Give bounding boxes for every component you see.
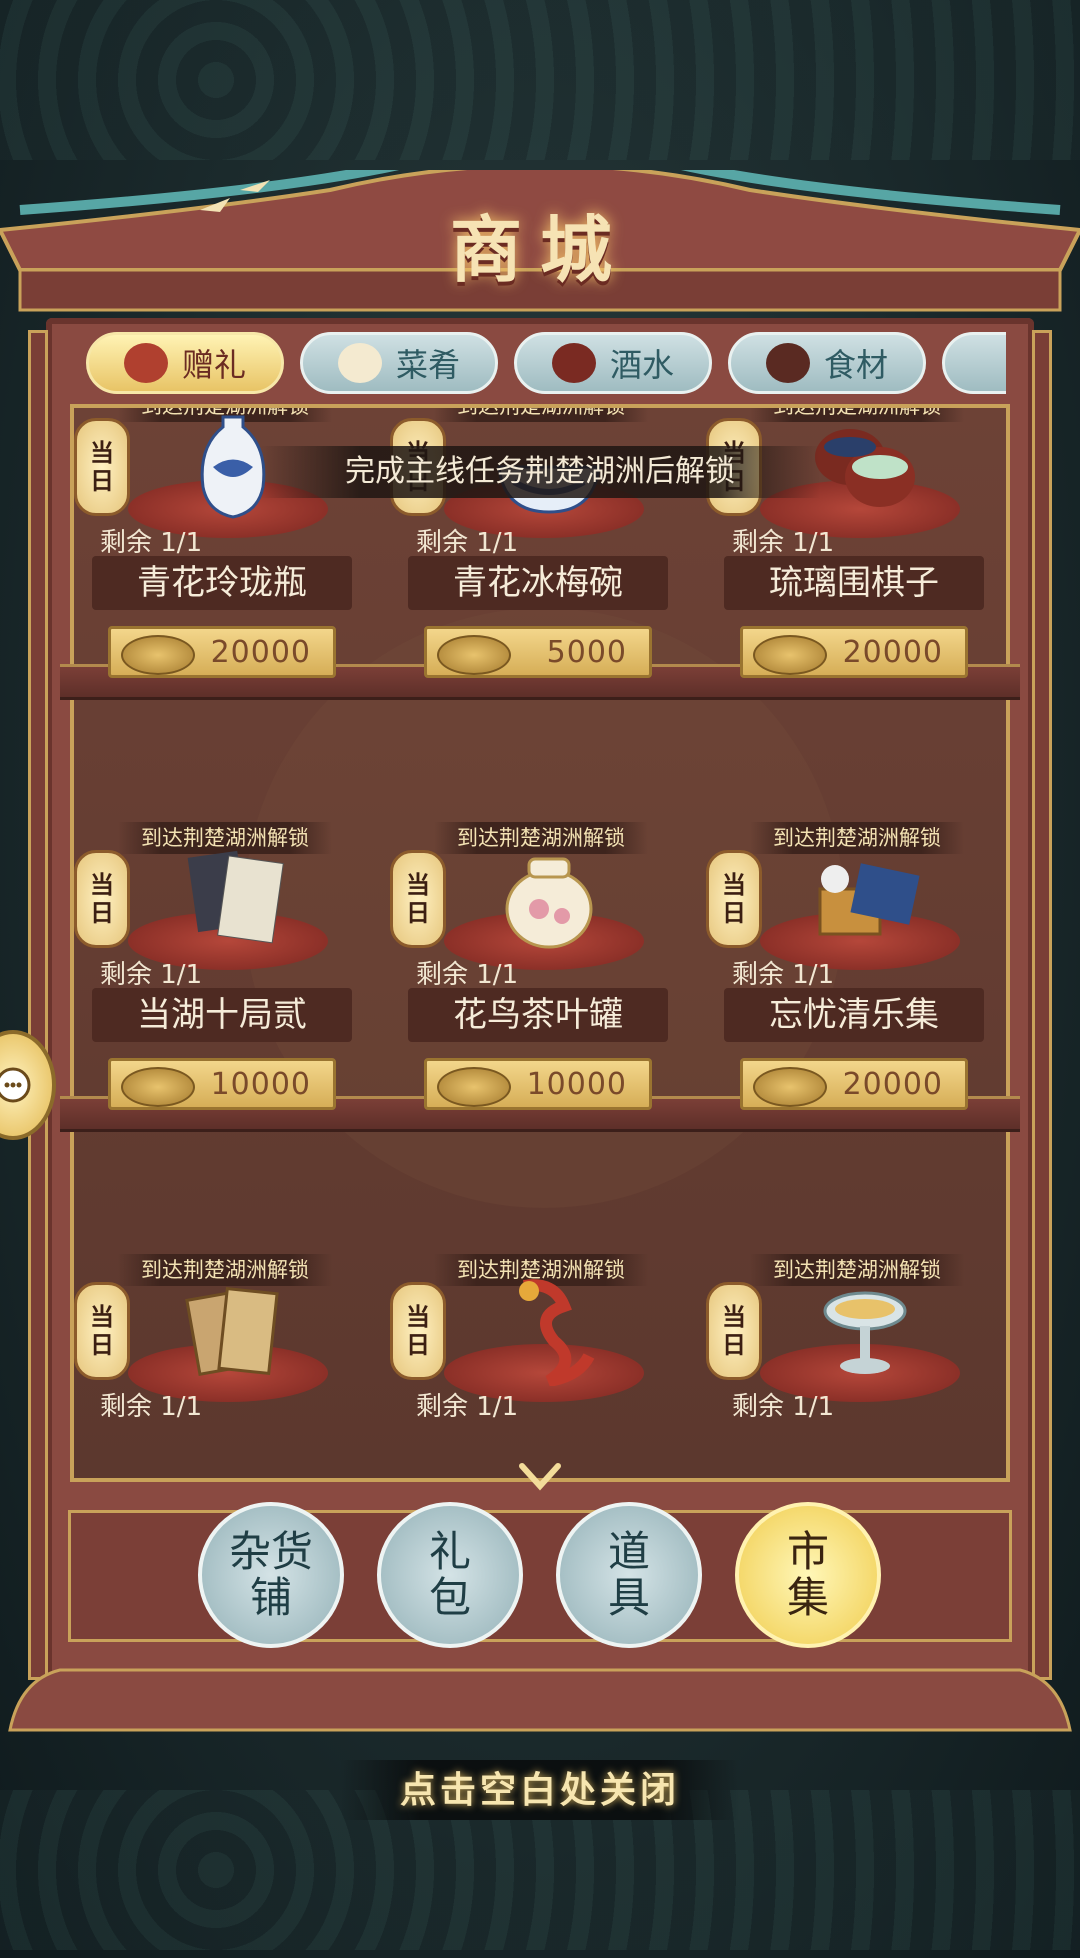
book-icon xyxy=(187,850,284,944)
price-value: 5000 xyxy=(546,634,627,670)
tab-wine[interactable]: 酒水 xyxy=(514,332,712,394)
daily-lantern: 当日 xyxy=(74,1282,130,1380)
nav-label: 礼包 xyxy=(428,1527,471,1622)
tab-ingredients[interactable]: 食材 xyxy=(728,332,926,394)
buy-price-button[interactable]: 20000 xyxy=(740,1058,968,1110)
remaining-count: 剩余 1/1 xyxy=(732,528,835,558)
coin-icon xyxy=(437,1067,511,1107)
wine-jar-icon xyxy=(551,343,596,383)
nav-label: 杂货铺 xyxy=(228,1527,313,1622)
remaining-count: 剩余 1/1 xyxy=(100,960,203,990)
go-stones-icon xyxy=(815,429,915,507)
go-board-icon xyxy=(818,863,920,936)
remaining-count: 剩余 1/1 xyxy=(100,528,203,558)
shop-item[interactable]: 到达荆楚湖洲解锁 当日 剩余 1/1 忘忧清乐集 20000 xyxy=(702,822,1002,1122)
scroll-books-icon xyxy=(185,1286,279,1376)
buy-price-button[interactable]: 20000 xyxy=(108,626,336,678)
item-grid: 到达荆楚湖洲解锁 当日 剩余 1/1 青花玲珑瓶 20000 到达荆楚湖洲解锁 … xyxy=(70,408,1010,1480)
nav-general-store[interactable]: 杂货铺 xyxy=(198,1502,344,1648)
item-name: 青花玲珑瓶 xyxy=(92,556,352,610)
close-hint[interactable]: 点击空白处关闭 xyxy=(340,1760,740,1820)
remaining-count: 剩余 1/1 xyxy=(732,1392,835,1422)
dumplings-icon xyxy=(337,343,382,383)
remaining-count: 剩余 1/1 xyxy=(416,528,519,558)
daily-lantern: 当日 xyxy=(706,1282,762,1380)
item-name: 青花冰梅碗 xyxy=(408,556,668,610)
tab-label: 酒水 xyxy=(609,346,674,384)
daily-lantern: 当日 xyxy=(74,418,130,516)
price-value: 20000 xyxy=(210,634,311,670)
coin-icon xyxy=(121,1067,195,1107)
tea-jar-icon xyxy=(505,857,593,949)
item-name: 花鸟茶叶罐 xyxy=(408,988,668,1042)
price-value: 20000 xyxy=(842,1066,943,1102)
tab-dishes[interactable]: 菜肴 xyxy=(300,332,498,394)
item-name: 忘忧清乐集 xyxy=(724,988,984,1042)
chat-bubble-icon xyxy=(0,1067,31,1103)
tab-label: 赠礼 xyxy=(181,346,246,384)
dragon-icon xyxy=(519,1279,595,1386)
shop-item[interactable]: 到达荆楚湖洲解锁 当日 剩余 1/1 xyxy=(386,1254,686,1480)
shop-item[interactable]: 到达荆楚湖洲解锁 当日 剩余 1/1 当湖十局贰 10000 xyxy=(70,822,370,1122)
tab-more[interactable] xyxy=(942,332,1006,394)
goblet-icon xyxy=(823,1291,907,1374)
item-name: 琉璃围棋子 xyxy=(724,556,984,610)
remaining-count: 剩余 1/1 xyxy=(416,960,519,990)
coin-icon xyxy=(437,635,511,675)
page-title: 商城 xyxy=(449,206,630,292)
price-value: 10000 xyxy=(210,1066,311,1102)
cabinet-base xyxy=(8,1668,1072,1732)
buy-price-button[interactable]: 10000 xyxy=(424,1058,652,1110)
coin-icon xyxy=(753,635,827,675)
buy-price-button[interactable]: 10000 xyxy=(108,1058,336,1110)
item-name: 当湖十局贰 xyxy=(92,988,352,1042)
coin-icon xyxy=(121,635,195,675)
right-pillar xyxy=(1032,330,1052,1680)
nav-market[interactable]: 市集 xyxy=(735,1502,881,1648)
shop-item[interactable]: 到达荆楚湖洲解锁 当日 剩余 1/1 花鸟茶叶罐 10000 xyxy=(386,822,686,1122)
daily-lantern: 当日 xyxy=(706,850,762,948)
tab-label: 菜肴 xyxy=(395,346,460,384)
buy-price-button[interactable]: 5000 xyxy=(424,626,652,678)
price-value: 10000 xyxy=(526,1066,627,1102)
nav-gift-pack[interactable]: 礼包 xyxy=(377,1502,523,1648)
buy-price-button[interactable]: 20000 xyxy=(740,626,968,678)
scroll-down-chevron-icon[interactable] xyxy=(518,1462,562,1492)
nav-label: 市集 xyxy=(786,1527,829,1622)
tab-label: 食材 xyxy=(823,346,888,384)
remaining-count: 剩余 1/1 xyxy=(416,1392,519,1422)
nav-items[interactable]: 道具 xyxy=(556,1502,702,1648)
shop-item[interactable]: 到达荆楚湖洲解锁 当日 剩余 1/1 xyxy=(70,1254,370,1480)
remaining-count: 剩余 1/1 xyxy=(732,960,835,990)
title-plaque: 商城 xyxy=(380,188,700,298)
shop-item[interactable]: 到达荆楚湖洲解锁 当日 剩余 1/1 xyxy=(702,1254,1002,1480)
gift-chest-icon xyxy=(123,343,168,383)
daily-lantern: 当日 xyxy=(74,850,130,948)
category-tabs: 赠礼 菜肴 酒水 食材 xyxy=(86,332,1006,400)
left-pillar xyxy=(28,330,48,1680)
ingredients-icon xyxy=(765,343,810,383)
daily-lantern: 当日 xyxy=(390,850,446,948)
unlock-notice: 完成主线任务荆楚湖洲后解锁 xyxy=(260,446,820,498)
remaining-count: 剩余 1/1 xyxy=(100,1392,203,1422)
price-value: 20000 xyxy=(842,634,943,670)
tab-gift[interactable]: 赠礼 xyxy=(86,332,284,394)
coin-icon xyxy=(753,1067,827,1107)
nav-label: 道具 xyxy=(607,1527,650,1622)
daily-lantern: 当日 xyxy=(390,1282,446,1380)
